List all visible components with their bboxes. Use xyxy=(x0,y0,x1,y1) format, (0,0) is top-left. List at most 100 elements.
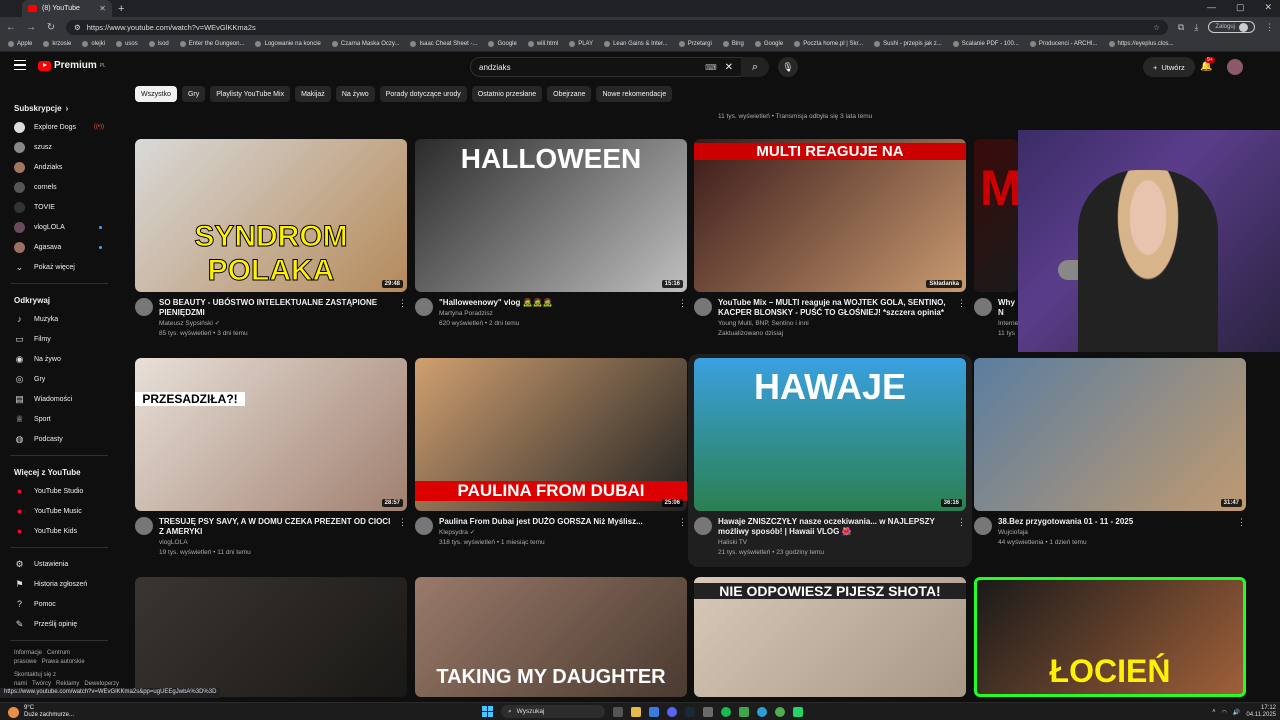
video-thumbnail[interactable]: HAWAJE 36:16 xyxy=(694,358,966,511)
filter-chip[interactable]: Obejrzane xyxy=(547,86,592,102)
reload-icon[interactable]: ↻ xyxy=(46,22,56,33)
bookmark-item[interactable]: Google xyxy=(754,41,783,47)
menu-dots-icon[interactable]: ⋮ xyxy=(1265,22,1274,33)
file-explorer-icon[interactable] xyxy=(631,706,641,717)
wifi-icon[interactable]: ◠ xyxy=(1222,709,1227,716)
channel-name[interactable]: Haliski TV xyxy=(718,538,956,547)
sidebar-item-explore[interactable]: ▤ Wiadomości xyxy=(0,389,118,409)
taskbar-search[interactable]: ⌕ Wyszukaj xyxy=(501,705,605,718)
video-thumbnail[interactable]: M xyxy=(974,139,1018,292)
channel-name[interactable]: Wujciofaja xyxy=(998,528,1236,537)
bookmark-item[interactable]: Przetargi xyxy=(678,41,712,47)
sidebar-item-settings[interactable]: ⚑ Historia zgłoszeń xyxy=(0,574,118,594)
clear-search-icon[interactable]: ✕ xyxy=(725,62,733,73)
steam-icon[interactable] xyxy=(685,706,695,717)
channel-name[interactable]: Young Multi, BNP, Sentino i inni xyxy=(718,319,956,328)
more-options-icon[interactable]: ⋮ xyxy=(398,298,407,309)
bookmark-item[interactable]: usos xyxy=(116,41,138,47)
sidebar-item-subscription[interactable]: Andziaks xyxy=(0,157,118,177)
footer-link[interactable]: Informacje xyxy=(14,650,42,656)
video-title[interactable]: Hawaje ZNISZCZYŁY nasze oczekiwania... w… xyxy=(718,517,956,537)
video-card[interactable]: 31:47 38.Bez przygotowania 01 - 11 - 2025… xyxy=(974,358,1246,547)
video-card[interactable]: NIE ODPOWIESZ PIJESZ SHOTA! xyxy=(694,577,966,697)
sidebar-item-explore[interactable]: ◉ Na żywo xyxy=(0,349,118,369)
sidebar-item-subscription[interactable]: Explore Dogs ((•)) xyxy=(0,117,118,137)
bookmark-item[interactable]: Lean Gains & Inter... xyxy=(604,41,668,47)
sidebar-item-settings[interactable]: ? Pomoc xyxy=(0,594,118,614)
video-title[interactable]: 38.Bez przygotowania 01 - 11 - 2025 xyxy=(998,517,1236,527)
video-title[interactable]: YouTube Mix – MULTI reaguje na WOJTEK GO… xyxy=(718,298,956,318)
search-button[interactable]: ⌕ xyxy=(741,57,769,77)
youtube-logo[interactable]: Premium PL xyxy=(38,60,106,71)
filter-chip[interactable]: Gry xyxy=(181,86,206,102)
sidebar-item-more[interactable]: ● YouTube Music xyxy=(0,501,118,521)
bookmark-item[interactable]: Google xyxy=(488,41,517,47)
menu-icon[interactable] xyxy=(14,60,26,70)
video-thumbnail[interactable]: TAKING MY DAUGHTER xyxy=(415,577,687,697)
video-card[interactable]: TAKING MY DAUGHTER xyxy=(415,577,687,697)
footer-link[interactable]: Prawa autorskie xyxy=(42,659,85,665)
sidebar-item-settings[interactable]: ⚙ Ustawienia xyxy=(0,554,118,574)
bookmark-item[interactable]: Czarna Maska Oczy... xyxy=(331,41,399,47)
video-card[interactable] xyxy=(135,577,407,697)
sidebar-item-explore[interactable]: ◍ Podcasty xyxy=(0,429,118,449)
back-icon[interactable]: ← xyxy=(6,22,16,33)
channel-name[interactable]: Martyna Poradzisz xyxy=(439,309,677,318)
chevron-up-icon[interactable]: ˄ xyxy=(1212,709,1216,715)
channel-avatar[interactable] xyxy=(694,517,712,535)
weather-widget[interactable]: 9°C Duże zachmurze... xyxy=(8,705,74,719)
sidebar-item-subscription[interactable]: Agasava xyxy=(0,237,118,257)
filter-chip[interactable]: Nowe rekomendacje xyxy=(596,86,673,102)
bookmark-item[interactable]: Producenci - ARCHI... xyxy=(1029,41,1098,47)
more-options-icon[interactable]: ⋮ xyxy=(957,298,966,309)
extensions-icon[interactable]: ⧉ xyxy=(1178,22,1184,33)
keyboard-icon[interactable]: ⌨ xyxy=(705,63,717,72)
task-view-icon[interactable] xyxy=(613,706,623,717)
channel-name[interactable]: Klepsydra ✓ xyxy=(439,528,677,537)
bookmark-item[interactable]: Sushi - przepis jak z... xyxy=(874,41,942,47)
video-card[interactable]: PAULINA FROM DUBAI 25:06 Paulina From Duba… xyxy=(415,358,687,547)
spotify-icon[interactable] xyxy=(721,706,731,717)
site-info-icon[interactable]: ⚙ xyxy=(74,23,81,32)
filter-chip[interactable]: Porady dotyczące urody xyxy=(379,86,467,102)
whatsapp-icon[interactable] xyxy=(793,706,803,717)
video-thumbnail[interactable]: PAULINA FROM DUBAI 25:06 xyxy=(415,358,687,511)
channel-name[interactable]: Interne xyxy=(998,319,1018,328)
search-input[interactable]: andziaks ⌨ ✕ xyxy=(470,57,742,77)
channel-avatar[interactable] xyxy=(135,298,153,316)
channel-avatar[interactable] xyxy=(974,517,992,535)
minimize-icon[interactable]: — xyxy=(1207,2,1216,13)
subscriptions-heading[interactable]: Subskrypcje › xyxy=(0,98,118,117)
create-button[interactable]: + Utwórz xyxy=(1143,57,1195,77)
close-window-icon[interactable]: ✕ xyxy=(1264,2,1272,13)
video-thumbnail[interactable]: 31:47 xyxy=(974,358,1246,511)
sidebar-item-explore[interactable]: ◎ Gry xyxy=(0,369,118,389)
sidebar-item-explore[interactable]: ♕ Sport xyxy=(0,409,118,429)
bookmark-item[interactable]: Bing xyxy=(722,41,744,47)
url-bar[interactable]: ⚙ https://www.youtube.com/watch?v=WEvGlK… xyxy=(66,19,1168,35)
sidebar-item-subscription[interactable]: cornels xyxy=(0,177,118,197)
bookmark-star-icon[interactable]: ☆ xyxy=(1153,23,1160,32)
channel-avatar[interactable] xyxy=(415,298,433,316)
show-more-button[interactable]: ⌄ Pokaż więcej xyxy=(0,257,118,277)
more-options-icon[interactable]: ⋮ xyxy=(1237,517,1246,528)
bookmark-item[interactable]: isod xyxy=(148,41,169,47)
more-options-icon[interactable]: ⋮ xyxy=(398,517,407,528)
video-card[interactable]: PRZESADZIŁA?! 28:57 TRESUJĘ PSY SAVY, A W … xyxy=(135,358,407,557)
bookmark-item[interactable]: olejki xyxy=(82,41,105,47)
video-thumbnail[interactable]: MULTI REAGUJE NA Składanka xyxy=(694,139,966,292)
filter-chip[interactable]: Playlisty YouTube Mix xyxy=(210,86,291,102)
filter-chip[interactable]: Makijaż xyxy=(295,86,331,102)
footer-link[interactable]: Twórcy xyxy=(32,681,51,687)
bookmark-item[interactable]: Poczta home.pl | Skr... xyxy=(794,41,863,47)
footer-link[interactable]: Deweloperzy xyxy=(84,681,119,687)
filter-chip[interactable]: Ostatnio przesłane xyxy=(471,86,543,102)
video-card[interactable]: HAWAJE 36:16 Hawaje ZNISZCZYŁY nasze oczek… xyxy=(694,358,966,557)
channel-avatar[interactable] xyxy=(974,298,992,316)
channel-name[interactable]: vlogLOLA xyxy=(159,538,397,547)
downloads-icon[interactable]: ⤓ xyxy=(1194,22,1198,33)
bookmark-item[interactable]: Enter the Gungeon... xyxy=(179,41,244,47)
more-options-icon[interactable]: ⋮ xyxy=(957,517,966,528)
video-card[interactable]: SYNDROM POLAKA 29:48 SO BEAUTY - UBÓSTWO I… xyxy=(135,139,407,338)
bookmark-item[interactable]: PLAY xyxy=(569,41,593,47)
